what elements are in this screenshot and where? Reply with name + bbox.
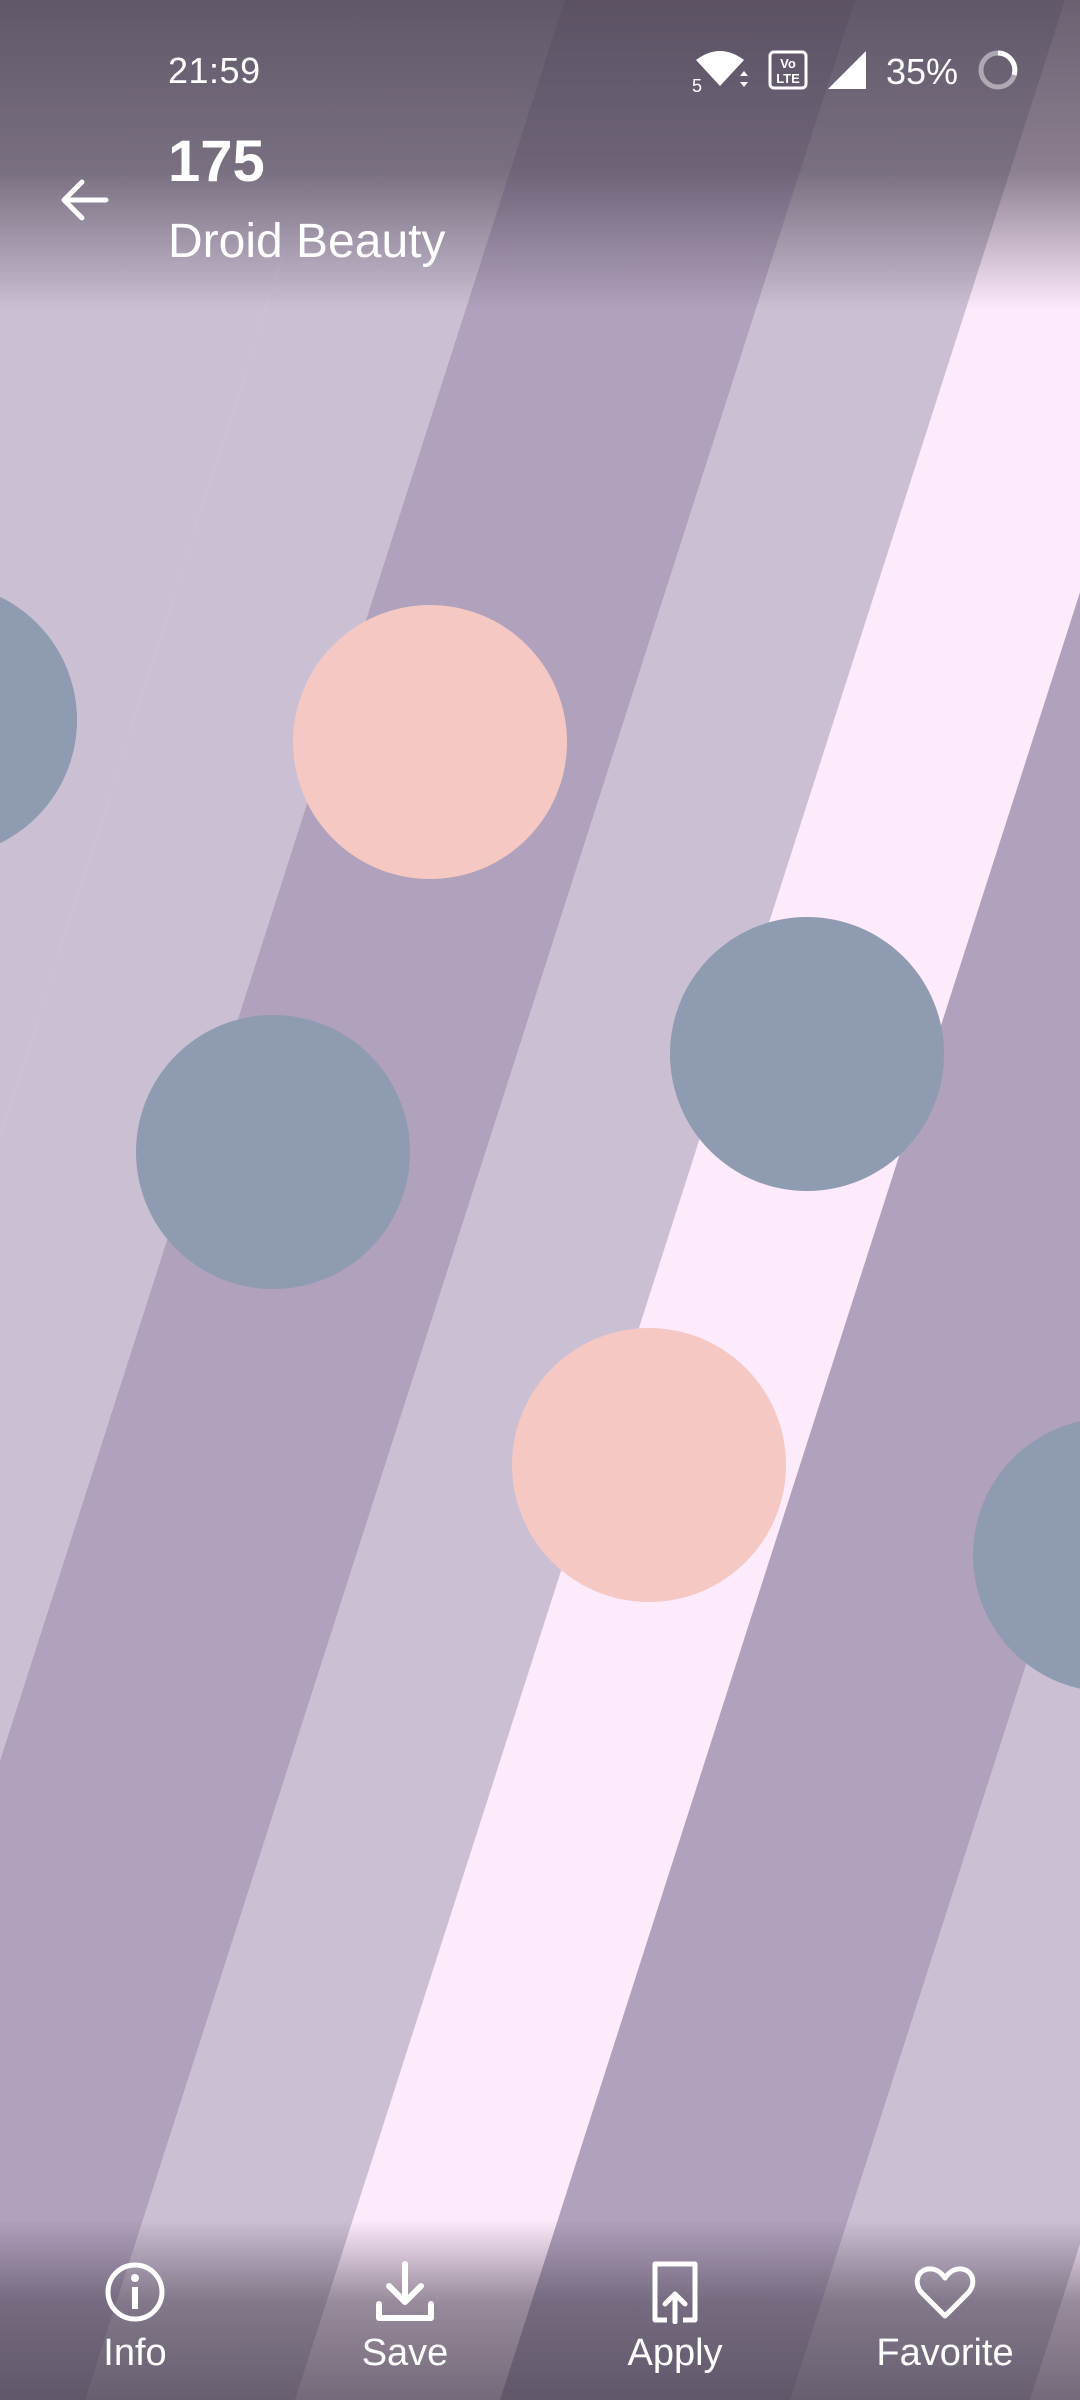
arrow-left-icon — [56, 172, 112, 233]
apply-label: Apply — [627, 2332, 723, 2374]
app-bar: 175 Droid Beauty — [0, 118, 1080, 298]
battery-icon — [976, 48, 1020, 97]
favorite-button[interactable]: Favorite — [810, 2250, 1080, 2400]
wallpaper-preview-screen: 21:59 5 Vo LTE 35% 175 Droid Beauty Info… — [0, 0, 1080, 2400]
wallpaper-title: 175 — [168, 129, 265, 194]
info-icon — [103, 2260, 167, 2324]
wallpaper-circle-peach — [293, 605, 567, 879]
status-clock: 21:59 — [168, 50, 261, 91]
wallpaper-image — [0, 0, 1080, 2400]
svg-text:Vo: Vo — [780, 56, 796, 71]
svg-text:LTE: LTE — [776, 71, 800, 86]
wallpaper-circle-slate — [136, 1015, 410, 1289]
download-icon — [373, 2260, 437, 2324]
info-button[interactable]: Info — [0, 2250, 270, 2400]
volte-icon: Vo LTE — [768, 50, 808, 95]
apply-icon — [643, 2260, 707, 2324]
apply-button[interactable]: Apply — [540, 2250, 810, 2400]
favorite-label: Favorite — [876, 2332, 1014, 2374]
network-badge: 5 — [692, 76, 702, 94]
heart-icon — [913, 2260, 977, 2324]
wallpaper-author: Droid Beauty — [168, 215, 446, 268]
save-button[interactable]: Save — [270, 2250, 540, 2400]
status-icons: 5 Vo LTE 35% — [690, 48, 1020, 96]
info-label: Info — [103, 2332, 167, 2374]
status-bar: 21:59 5 Vo LTE 35% — [0, 40, 1080, 104]
bottom-action-bar: Info Save Apply Favorite — [0, 2250, 1080, 2400]
signal-icon — [826, 49, 868, 96]
save-label: Save — [361, 2332, 449, 2374]
wallpaper-circle-peach — [512, 1328, 786, 1602]
battery-percent: 35% — [885, 51, 958, 92]
wifi-icon: 5 — [690, 46, 750, 99]
wallpaper-circle-slate — [670, 917, 944, 1191]
back-button[interactable] — [44, 162, 124, 242]
